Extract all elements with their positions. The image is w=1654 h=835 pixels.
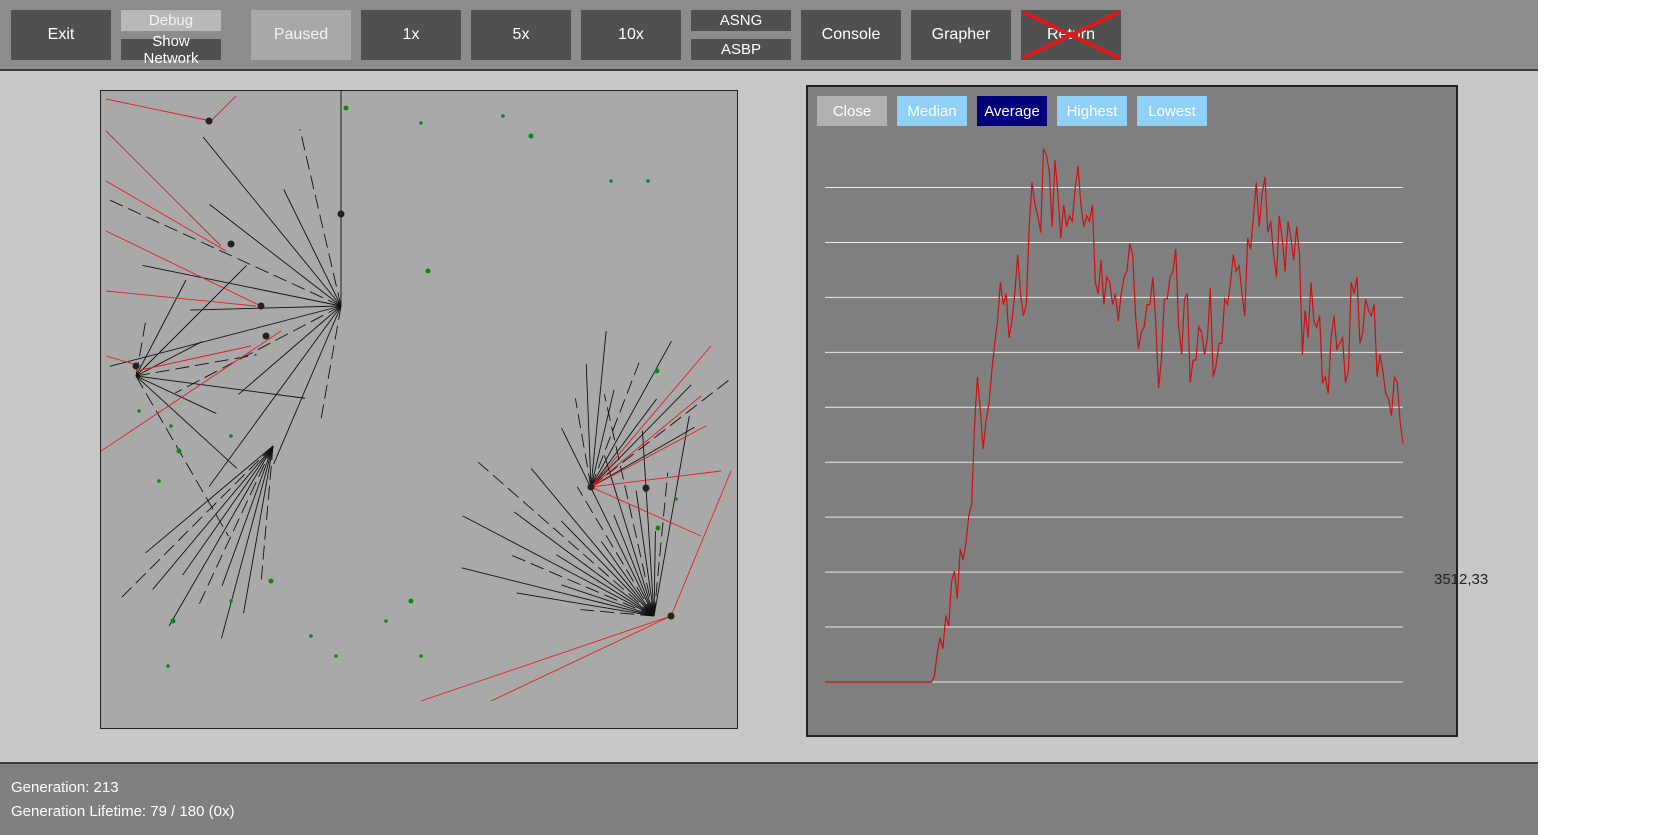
speed-5x-button[interactable]: 5x — [471, 10, 571, 60]
network-edge — [462, 515, 655, 617]
network-edge — [560, 520, 655, 617]
series-line-0 — [825, 146, 1404, 683]
network-edge — [260, 445, 274, 586]
food-dot — [268, 578, 274, 584]
food-dot — [408, 598, 414, 604]
network-edge — [477, 461, 655, 617]
network-edge — [221, 445, 274, 639]
food-dot — [419, 121, 423, 125]
red-network-edge — [100, 330, 282, 452]
network-edge — [590, 378, 731, 488]
red-network-edge — [670, 470, 732, 617]
food-dot — [229, 434, 233, 438]
last-value-label: 3512,33 — [1434, 571, 1489, 588]
network-edge — [561, 584, 655, 617]
network-edge — [576, 486, 655, 617]
red-network-edge — [210, 95, 237, 122]
disabled-cross-icon — [1022, 10, 1120, 60]
speed-10x-button[interactable]: 10x — [581, 10, 681, 60]
speed-1x-button[interactable]: 1x — [361, 10, 461, 60]
creature-node — [262, 332, 270, 340]
food-dot — [501, 114, 505, 118]
return-button[interactable]: Return — [1021, 10, 1121, 60]
network-edge — [653, 472, 669, 617]
creature-node — [667, 612, 675, 620]
red-network-edge — [105, 230, 262, 307]
network-edge — [197, 445, 274, 608]
network-edge — [202, 136, 342, 307]
simulation-world[interactable] — [100, 72, 738, 729]
network-edge — [142, 265, 342, 307]
toolbar: Exit Debug Show Network Paused 1x 5x 10x… — [0, 0, 1538, 71]
average-fitness-chart — [825, 146, 1404, 683]
grapher-panel: Close Median Average Highest Lowest — [806, 85, 1458, 737]
network-edge — [585, 363, 592, 488]
network-edge — [516, 592, 655, 617]
paused-button[interactable]: Paused — [251, 10, 351, 60]
network-edge — [135, 375, 306, 399]
network-edge — [590, 389, 615, 488]
network-edge — [603, 394, 655, 617]
creature-node — [257, 302, 265, 310]
console-button[interactable]: Console — [801, 10, 901, 60]
creature-node — [227, 240, 235, 248]
food-dot — [384, 619, 388, 623]
food-dot — [425, 268, 431, 274]
network-edge — [604, 455, 655, 617]
food-dot — [157, 479, 161, 483]
network-edge — [653, 415, 690, 617]
simulation-app: Exit Debug Show Network Paused 1x 5x 10x… — [0, 0, 1538, 835]
asbp-button[interactable]: ASBP — [691, 39, 791, 60]
food-dot — [609, 179, 613, 183]
food-dot — [137, 409, 141, 413]
world-canvas — [100, 72, 732, 702]
food-dot — [309, 634, 313, 638]
network-edge — [283, 189, 342, 307]
network-edge — [152, 445, 274, 590]
red-network-edge — [590, 470, 722, 488]
red-network-edge — [420, 615, 672, 702]
network-edge — [319, 305, 342, 425]
network-edge — [135, 375, 229, 537]
food-dot — [229, 599, 233, 603]
lifetime-text: Generation Lifetime: 79 / 180 (0x) — [11, 803, 235, 820]
food-dot — [674, 497, 678, 501]
network-edge — [109, 199, 342, 307]
food-dot — [646, 179, 650, 183]
creature-node — [587, 483, 595, 491]
creature-node — [642, 484, 650, 492]
network-edge — [208, 305, 342, 487]
network-edge — [135, 375, 238, 469]
food-dot — [419, 654, 423, 658]
food-dot — [166, 664, 170, 668]
red-network-edge — [105, 98, 212, 122]
debug-button[interactable]: Debug — [121, 10, 221, 31]
red-network-edge — [105, 130, 222, 247]
asng-button[interactable]: ASNG — [691, 10, 791, 31]
network-edge — [590, 398, 657, 488]
food-dot — [334, 654, 338, 658]
grapher-button[interactable]: Grapher — [911, 10, 1011, 60]
red-network-edge — [490, 615, 672, 702]
food-dot — [170, 618, 176, 624]
food-dot — [176, 448, 182, 454]
network-edge — [190, 305, 342, 311]
creature-node — [205, 117, 213, 125]
food-dot — [528, 133, 534, 139]
food-dot — [169, 424, 173, 428]
status-bar: Generation: 213 Generation Lifetime: 79 … — [0, 762, 1538, 835]
red-network-edge — [105, 290, 257, 307]
food-dot — [654, 368, 660, 374]
show-network-button[interactable]: Show Network — [121, 33, 221, 67]
creature-node — [337, 210, 345, 218]
food-dot — [343, 105, 349, 111]
creature-node — [132, 362, 140, 370]
generation-text: Generation: 213 — [11, 779, 119, 796]
network-edge — [175, 305, 342, 394]
food-dot — [655, 525, 661, 531]
network-edge — [574, 398, 592, 488]
exit-button[interactable]: Exit — [11, 10, 111, 60]
